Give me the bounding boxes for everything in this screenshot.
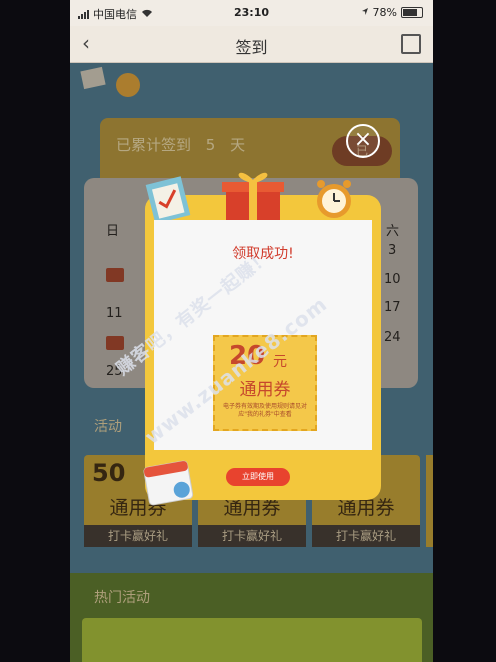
nav-bar: ‹ 签到	[70, 26, 433, 63]
alarm-clock-icon	[313, 178, 355, 220]
use-now-button[interactable]: 立即使用	[226, 468, 290, 486]
close-icon[interactable]: ×	[346, 124, 380, 158]
battery-group: 78%	[361, 6, 423, 19]
location-icon	[361, 6, 369, 19]
gift-box-icon	[220, 168, 286, 224]
calendar-icon	[140, 454, 195, 508]
page-title: 签到	[235, 38, 268, 57]
coupon-note: 电子券有效期及使用规则请见对应"我的礼券"中查看	[222, 403, 307, 418]
share-icon[interactable]	[401, 34, 421, 54]
status-bar: 中国电信 23:10 78%	[70, 0, 433, 26]
battery-percent: 78%	[372, 6, 397, 19]
battery-icon	[401, 7, 423, 18]
phone-screen: 中国电信 23:10 78% ‹ 签到 已累计签到 5 天 已 日 六 11 2…	[70, 0, 433, 662]
